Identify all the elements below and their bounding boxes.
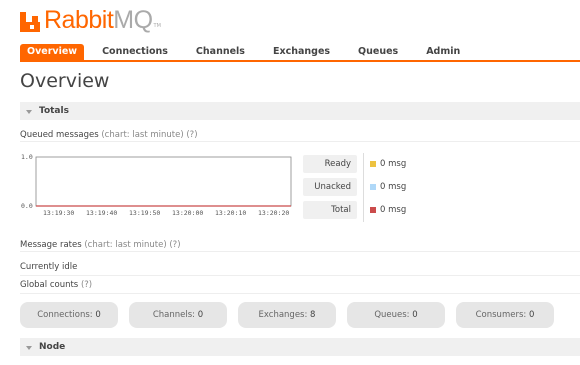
- message-rates-label: Message rates: [20, 240, 82, 250]
- legend-row-total: Total 0 msg: [303, 198, 407, 222]
- x-tick-label: 13:19:30: [43, 209, 74, 217]
- count-label: Connections:: [37, 310, 93, 320]
- node-heading: Node: [39, 342, 66, 352]
- x-tick-label: 13:19:50: [129, 209, 160, 217]
- count-label: Consumers:: [475, 310, 527, 320]
- tab-channels[interactable]: Channels: [186, 44, 255, 60]
- consumers-count-button[interactable]: Consumers: 0: [456, 302, 554, 328]
- queued-messages-chart-svg: 1.0 0.0 13:19:30 13:19:40 13:19:50 13:20…: [21, 153, 292, 217]
- count-label: Channels:: [152, 310, 196, 320]
- count-label: Queues:: [374, 310, 410, 320]
- y-axis-max-label: 1.0: [21, 153, 33, 161]
- logo-text-mq: MQ: [113, 6, 153, 34]
- legend-value-unacked: 0 msg: [380, 182, 407, 192]
- count-value: 0: [95, 310, 101, 320]
- page-title: Overview: [20, 70, 110, 92]
- legend-value-total: 0 msg: [380, 205, 407, 215]
- queued-messages-chart: 1.0 0.0 13:19:30 13:19:40 13:19:50 13:20…: [20, 150, 295, 220]
- x-tick-label: 13:20:10: [215, 209, 246, 217]
- legend-row-ready: Ready 0 msg: [303, 152, 407, 176]
- rabbitmq-logo: Rabbit MQ TM: [20, 6, 161, 34]
- collapse-triangle-icon: [26, 345, 32, 350]
- count-label: Exchanges:: [258, 310, 308, 320]
- count-value: 0: [197, 310, 204, 320]
- legend-value-ready: 0 msg: [380, 159, 407, 169]
- chart-legend: Ready 0 msg Unacked 0 msg Total 0 msg: [303, 152, 407, 224]
- legend-label-unacked: Unacked: [303, 178, 357, 196]
- main-nav-tabs: Overview Connections Channels Exchanges …: [20, 44, 580, 62]
- global-counts-label: Global counts: [20, 280, 79, 290]
- count-value: 8: [310, 310, 316, 320]
- count-value: 0: [412, 310, 418, 320]
- queued-messages-chart-note[interactable]: (chart: last minute) (?): [101, 130, 197, 140]
- currently-idle-text: Currently idle: [20, 262, 78, 272]
- tab-exchanges[interactable]: Exchanges: [263, 44, 340, 60]
- exchanges-count-button[interactable]: Exchanges: 8: [238, 302, 336, 328]
- chart-plot-area: [35, 156, 292, 207]
- rabbitmq-logo-icon: [20, 12, 42, 32]
- global-counts-bar: Connections: 0 Channels: 0 Exchanges: 8 …: [20, 302, 565, 328]
- legend-row-unacked: Unacked 0 msg: [303, 175, 407, 199]
- x-tick-label: 13:20:20: [258, 209, 289, 217]
- logo-trademark: TM: [153, 23, 161, 29]
- connections-count-button[interactable]: Connections: 0: [20, 302, 118, 328]
- channels-count-button[interactable]: Channels: 0: [129, 302, 227, 328]
- global-counts-header: Global counts (?): [20, 280, 92, 290]
- global-counts-help[interactable]: (?): [81, 280, 92, 290]
- message-rates-header: Message rates (chart: last minute) (?): [20, 240, 580, 252]
- queued-messages-label: Queued messages: [20, 130, 99, 140]
- tab-admin[interactable]: Admin: [416, 44, 470, 60]
- tab-connections[interactable]: Connections: [92, 44, 178, 60]
- ready-color-swatch: [370, 161, 376, 167]
- total-color-swatch: [370, 207, 376, 213]
- x-tick-label: 13:20:00: [172, 209, 203, 217]
- queued-messages-header: Queued messages (chart: last minute) (?): [20, 130, 580, 142]
- unacked-color-swatch: [370, 184, 376, 190]
- legend-label-ready: Ready: [303, 155, 357, 173]
- totals-heading: Totals: [39, 106, 69, 116]
- count-value: 0: [528, 310, 535, 320]
- message-rates-chart-note[interactable]: (chart: last minute) (?): [84, 240, 180, 250]
- node-section-toggle[interactable]: Node: [20, 338, 580, 356]
- queues-count-button[interactable]: Queues: 0: [347, 302, 445, 328]
- tab-overview[interactable]: Overview: [20, 44, 85, 60]
- y-axis-min-label: 0.0: [21, 202, 33, 210]
- collapse-triangle-icon: [26, 109, 32, 114]
- legend-label-total: Total: [303, 201, 357, 219]
- logo-text-rabbit: Rabbit: [44, 6, 114, 34]
- totals-section-toggle[interactable]: Totals: [20, 102, 580, 120]
- tab-queues[interactable]: Queues: [348, 44, 408, 60]
- x-tick-label: 13:19:40: [86, 209, 117, 217]
